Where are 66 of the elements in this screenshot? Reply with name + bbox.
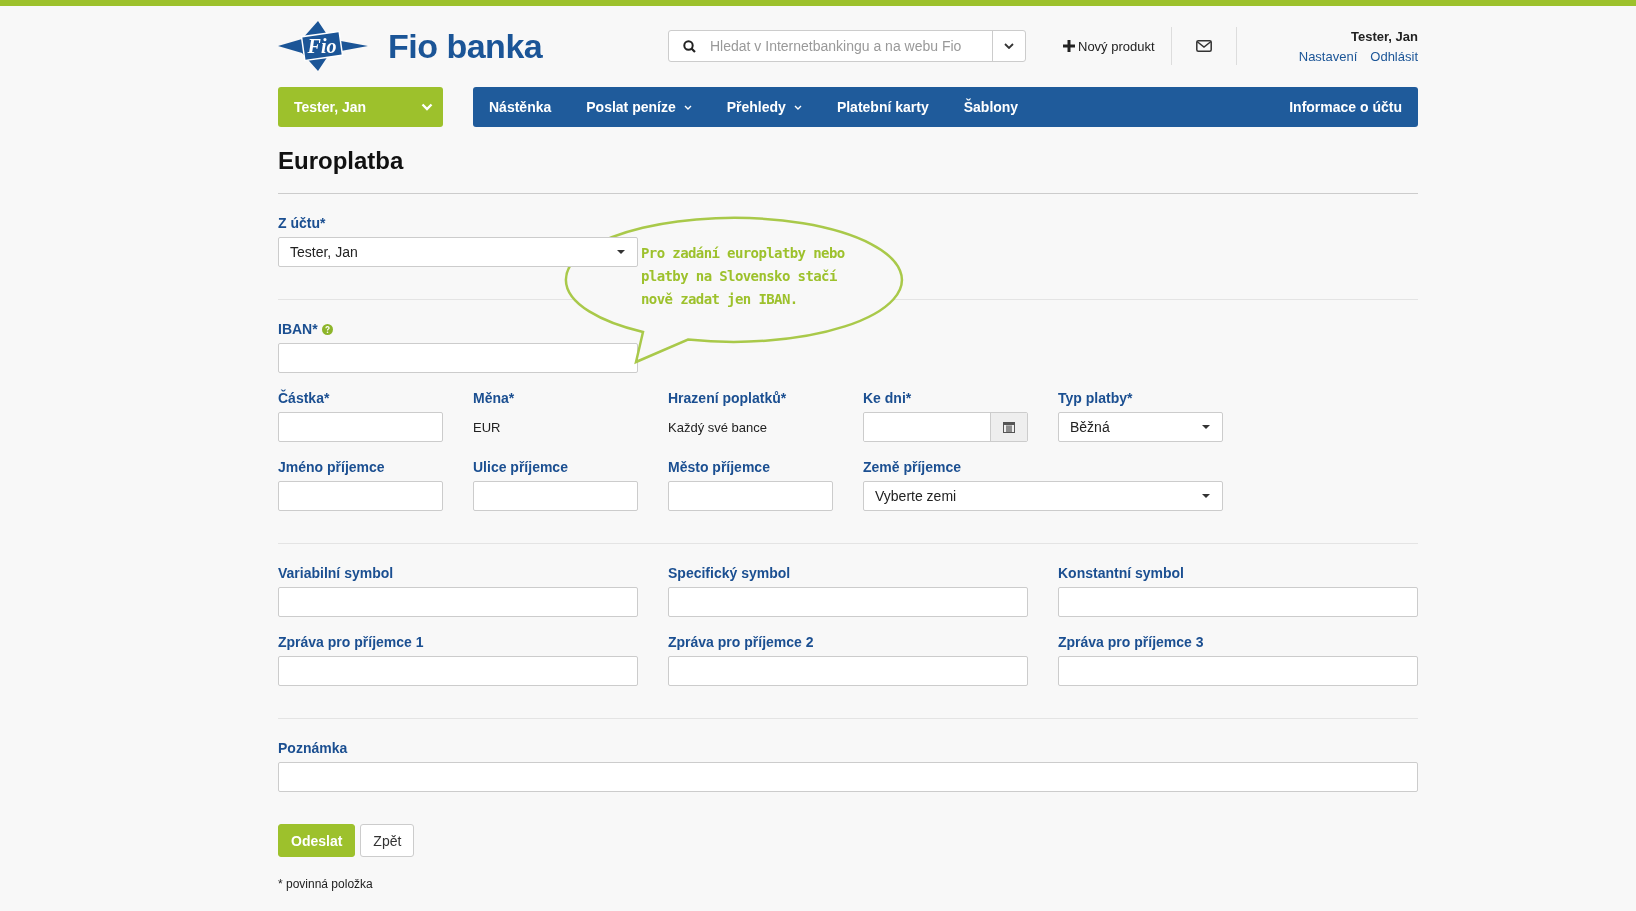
text-field[interactable] bbox=[668, 587, 1028, 617]
nav-tab[interactable]: Nástěnka bbox=[473, 87, 568, 127]
text-field[interactable] bbox=[278, 412, 443, 442]
field-label: Ke dni* bbox=[863, 390, 912, 406]
caret-icon bbox=[1202, 494, 1210, 498]
nav-tab[interactable]: Informace o účtu bbox=[1273, 87, 1418, 127]
text-field[interactable] bbox=[1058, 656, 1418, 686]
chevron-icon bbox=[793, 104, 802, 110]
field-label: Hrazení poplatků* bbox=[668, 390, 787, 406]
select-field[interactable]: Tester, Jan bbox=[278, 237, 638, 267]
field-value: Každý své bance bbox=[668, 419, 767, 435]
field-label: Ulice příjemce bbox=[473, 459, 568, 475]
field-label: IBAN* bbox=[278, 321, 318, 337]
field-label: Z účtu* bbox=[278, 215, 326, 231]
field-label: Typ platby* bbox=[1058, 390, 1133, 406]
nav-tab[interactable]: Šablony bbox=[947, 87, 1035, 127]
new-product-link[interactable]: Nový produkt bbox=[1063, 38, 1155, 54]
field-label: Město příjemce bbox=[668, 459, 770, 475]
nav-tab[interactable]: Poslat peníze bbox=[570, 87, 708, 127]
field-label: Jméno příjemce bbox=[278, 459, 385, 475]
text-field[interactable] bbox=[668, 656, 1028, 686]
header-link[interactable]: Odhlásit bbox=[1370, 48, 1418, 64]
logo-mark[interactable]: Fio bbox=[278, 21, 368, 71]
calendar-icon[interactable] bbox=[1003, 421, 1015, 433]
select-field[interactable]: Běžná bbox=[1058, 412, 1223, 442]
footnote: * povinná položka bbox=[278, 877, 373, 891]
text-field[interactable] bbox=[278, 481, 443, 511]
nav-tab[interactable]: Platební karty bbox=[820, 87, 945, 127]
search-icon bbox=[683, 39, 696, 53]
mail-icon[interactable] bbox=[1195, 40, 1212, 52]
field-label: Specifický symbol bbox=[668, 565, 791, 581]
help-icon[interactable] bbox=[321, 323, 333, 335]
field-label: Zpráva pro příjemce 3 bbox=[1058, 634, 1204, 650]
field-label: Měna* bbox=[473, 390, 515, 406]
select-field[interactable]: Vyberte zemi bbox=[863, 481, 1223, 511]
field-value: EUR bbox=[473, 419, 501, 435]
logo-text: Fio banka bbox=[388, 26, 543, 66]
caret-icon bbox=[617, 250, 625, 254]
field-label: Země příjemce bbox=[863, 459, 962, 475]
field-label: Zpráva pro příjemce 1 bbox=[278, 634, 424, 650]
nav-tab[interactable]: Přehledy bbox=[710, 87, 818, 127]
field-label: Částka* bbox=[278, 390, 330, 406]
field-label: Zpráva pro příjemce 2 bbox=[668, 634, 814, 650]
back-button[interactable]: Zpět bbox=[360, 824, 415, 857]
text-field[interactable] bbox=[278, 762, 1418, 792]
text-field[interactable] bbox=[668, 481, 833, 511]
search-field[interactable]: Hledat v Internetbankingu a na webu Fio bbox=[708, 37, 992, 55]
text-field[interactable] bbox=[473, 481, 638, 511]
text-field[interactable] bbox=[1058, 587, 1418, 617]
user-name: Tester, Jan bbox=[1350, 28, 1418, 44]
caret-icon bbox=[1202, 425, 1210, 429]
page-title: Europlatba bbox=[278, 147, 405, 175]
text-field[interactable] bbox=[278, 656, 638, 686]
chevron-icon bbox=[1004, 43, 1014, 49]
search-bar[interactable]: Hledat v Internetbankingu a na webu Fio bbox=[668, 30, 1026, 62]
chevron-icon bbox=[683, 104, 692, 110]
text-field[interactable] bbox=[278, 587, 638, 617]
plus-icon bbox=[1063, 40, 1075, 52]
header-link[interactable]: Nastavení bbox=[1298, 48, 1358, 64]
field-label: Konstantní symbol bbox=[1058, 565, 1184, 581]
callout-text: Pro zadání europlatby nebo platby na Slovensko stačí nově zadat jen IBAN. bbox=[641, 244, 846, 309]
field-label: Variabilní symbol bbox=[278, 565, 394, 581]
chevron-icon bbox=[421, 103, 433, 111]
text-field[interactable] bbox=[278, 343, 638, 373]
date-field[interactable] bbox=[863, 412, 1028, 442]
field-label: Poznámka bbox=[278, 740, 348, 756]
